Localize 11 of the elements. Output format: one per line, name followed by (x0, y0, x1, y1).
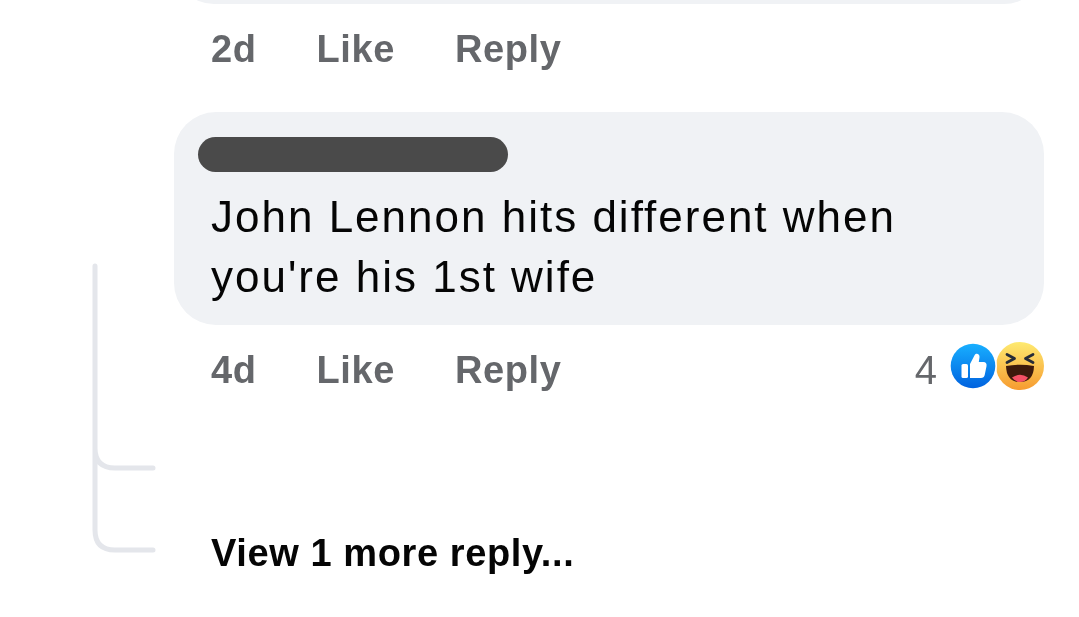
view-more-replies-link[interactable]: View 1 more reply... (211, 528, 575, 578)
reply-link[interactable]: Reply (455, 345, 562, 395)
laughing-face-icon (996, 342, 1044, 390)
thumbs-up-icon (949, 342, 997, 390)
like-link[interactable]: Like (316, 24, 395, 74)
timestamp: 4d (211, 348, 257, 393)
timestamp: 2d (211, 27, 257, 72)
comment-text: John Lennon hits different when you're his 1st wife (211, 191, 897, 303)
reaction-count: 4 (914, 347, 937, 394)
reply-link[interactable]: Reply (455, 24, 562, 74)
like-link[interactable]: Like (316, 345, 395, 395)
